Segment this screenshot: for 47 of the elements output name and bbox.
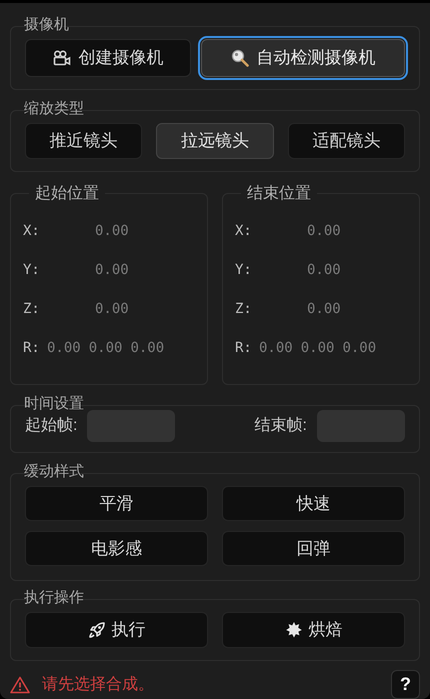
axis-label: Z: [23,300,41,319]
zoom-option-tab[interactable]: 推近镜头 [25,122,142,159]
zoom-option-tab[interactable]: 拉远镜头 [156,122,274,159]
axis-label: X: [23,222,41,241]
bake-button[interactable]: 烘焙 [222,612,405,648]
easing-button[interactable]: 快速 [222,486,405,521]
value-text: 0.00 [259,338,293,358]
value-text: 0.00 [307,222,341,241]
run-button[interactable]: 执行 [25,612,208,648]
axis-label: Z: [235,300,253,319]
field-label: 结束帧: [254,416,307,436]
movie-camera-icon [52,50,70,66]
value-text: 0.00 [95,222,129,241]
section-title: 执行操作 [24,588,84,608]
value-text: 0.00 [95,300,129,319]
axis-label: R: [23,338,41,358]
value-text: 0.00 [95,260,129,280]
value-text: 0.00 [342,338,376,358]
rocket-icon [88,621,106,640]
detect-camera-button[interactable]: 自动检测摄像机 [201,39,405,77]
easing-button[interactable]: 回弹 [222,530,405,566]
value-text: 0.00 [88,338,122,358]
warning-message: 请先选择合成。 [42,674,154,695]
easing-button[interactable]: 平滑 [25,486,208,521]
section-title: 结束位置 [246,184,312,204]
warning-icon [10,676,30,694]
search-icon [230,49,248,67]
value-text: 0.00 [130,338,164,358]
field-label: 起始帧: [25,416,78,436]
axis-label: Y: [23,260,41,280]
axis-label: Y: [235,260,253,280]
section-title: 缩放类型 [24,98,84,119]
value-text: 0.00 [47,338,81,358]
section-title: 起始位置 [34,184,100,204]
section-title: 摄像机 [24,15,69,35]
starburst-icon [284,621,302,640]
section-title: 时间设置 [24,394,84,414]
easing-button[interactable]: 电影感 [25,530,208,566]
axis-label: R: [235,338,253,358]
axis-label: X: [235,222,253,241]
value-text: 0.00 [307,260,341,280]
section-title: 缓动样式 [24,462,84,482]
create-camera-button[interactable]: 创建摄像机 [25,39,191,77]
zoom-option-tab[interactable]: 适配镜头 [288,122,405,159]
help-button[interactable]: ? [391,670,420,699]
value-text: 0.00 [307,300,341,319]
value-text: 0.00 [300,338,334,358]
